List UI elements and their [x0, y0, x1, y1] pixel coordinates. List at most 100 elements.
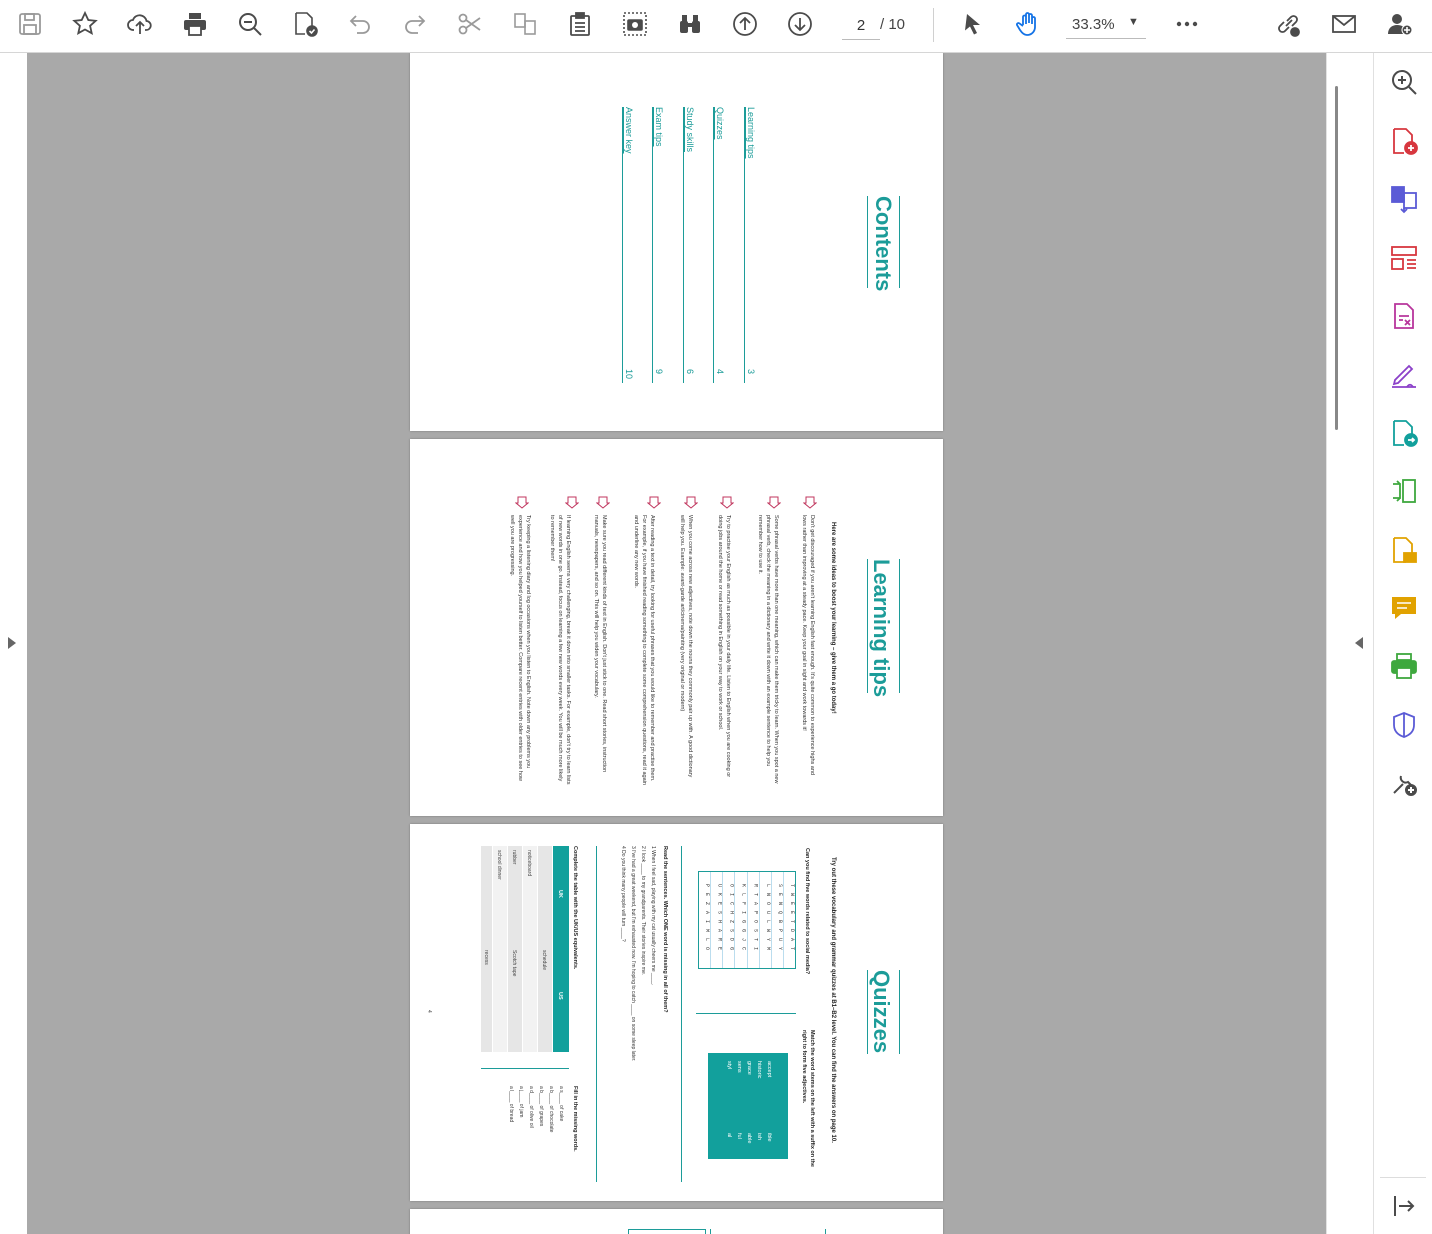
email-icon[interactable]	[1326, 6, 1362, 42]
word-stem: grace	[746, 1061, 752, 1075]
word-stem: sens	[736, 1061, 742, 1073]
print-icon[interactable]	[177, 6, 213, 42]
expand-left-panel-icon[interactable]	[8, 637, 16, 649]
word-stem: historic	[756, 1061, 762, 1079]
quizzes-title: Quizzes	[869, 970, 894, 1054]
arrow-bullet-icon	[803, 496, 817, 509]
collapse-panel-icon[interactable]	[1388, 1190, 1420, 1222]
print-production-icon[interactable]	[1388, 650, 1420, 682]
compare-icon[interactable]	[507, 6, 543, 42]
tip-text: Don't get discouraged if you aren't lear…	[801, 515, 815, 775]
more-tools-icon[interactable]	[1388, 767, 1420, 799]
document-viewer[interactable]: Contents Learning tips 3 Quizzes 4 Study…	[27, 53, 1326, 1234]
scrollbar-thumb[interactable]	[1335, 86, 1338, 430]
word-search-grid: TWEETDAT SENQBPUY LNOULWYM RTAPOSTI KLFI…	[698, 871, 796, 969]
export-pdf-icon[interactable]	[1388, 300, 1420, 332]
next-page-icon[interactable]	[782, 6, 818, 42]
toc-rule	[744, 107, 745, 383]
zoom-search-icon[interactable]	[232, 6, 268, 42]
toolbar-divider	[933, 8, 934, 42]
table-row: recess	[481, 846, 492, 1052]
toc-link[interactable]: Quizzes	[715, 107, 725, 140]
tip-text: If learning English seems very challengi…	[549, 515, 571, 785]
toc-link[interactable]: Answer key	[624, 107, 634, 154]
table-row: rubber Scotch tape	[508, 846, 522, 1052]
word-suffix: ful	[736, 1133, 742, 1139]
arrow-bullet-icon	[647, 496, 661, 509]
clipboard-icon[interactable]	[562, 6, 598, 42]
toc-page-number: 4	[715, 369, 725, 375]
tip-text: When you come across new adjectives, not…	[679, 515, 693, 778]
arrow-bullet-icon	[515, 496, 529, 509]
zoom-in-icon[interactable]	[1388, 66, 1420, 98]
toc-link[interactable]: Exam tips	[654, 107, 664, 147]
fill-item: a l____ of bread	[508, 1086, 514, 1123]
grid-row: SENQBPUY	[770, 872, 783, 968]
table-cell: school dinner	[496, 850, 502, 880]
snapshot-camera-icon[interactable]	[617, 6, 653, 42]
share-link-icon[interactable]	[1270, 6, 1306, 42]
zoom-value: 33.3%	[1072, 16, 1115, 33]
toc-link[interactable]: Study skills	[685, 107, 695, 152]
pdf-page-next	[410, 1209, 943, 1234]
toc-page-number: 3	[746, 369, 756, 375]
title-rule	[867, 970, 868, 1054]
grid-row: LNOULWYM	[758, 872, 771, 968]
uk-us-table: UK US schedule noticeboard rubber Scotch …	[481, 846, 569, 1052]
tip-text: Make sure you read different kinds of te…	[593, 515, 607, 773]
grid-row: UKESHARE	[710, 872, 722, 968]
tip-text: Some phrasal verbs have more than one me…	[757, 515, 779, 784]
fill-item: a s____ of cake	[558, 1086, 564, 1122]
table-header-cell: UK	[557, 890, 563, 898]
cloud-upload-icon[interactable]	[122, 6, 158, 42]
partial-box	[628, 1229, 706, 1234]
sentence: 1 When I feel sad, playing with my cat u…	[650, 846, 656, 986]
redo-icon[interactable]	[397, 6, 433, 42]
add-user-icon[interactable]	[1382, 6, 1418, 42]
fill-question: Fill in the missing words.	[572, 1086, 578, 1152]
create-pdf-icon[interactable]	[1388, 125, 1420, 157]
fill-item: a d____ of olive oil	[528, 1086, 534, 1128]
fill-sign-icon[interactable]	[1388, 359, 1420, 391]
select-pointer-icon[interactable]	[955, 6, 991, 42]
combine-files-icon[interactable]	[1388, 183, 1420, 215]
tip-text: After reading a text in detail, try look…	[633, 515, 655, 785]
hand-tool-icon[interactable]	[1010, 6, 1046, 42]
tip-text: Try to practise your English as much as …	[717, 515, 731, 778]
send-for-signature-icon[interactable]	[1388, 417, 1420, 449]
text-recognition-icon[interactable]	[287, 6, 323, 42]
comment-icon[interactable]	[1388, 592, 1420, 624]
column-rule	[596, 846, 597, 1182]
word-suffix: al	[726, 1133, 732, 1138]
arrow-bullet-icon	[720, 496, 734, 509]
arrow-bullet-icon	[767, 496, 781, 509]
panel-divider	[1380, 1177, 1426, 1178]
tip-text: Try keeping a listening diary and log oc…	[509, 515, 531, 781]
word-suffix: ible	[766, 1133, 772, 1142]
page-total: / 10	[880, 16, 906, 33]
protect-icon[interactable]	[1388, 709, 1420, 741]
bookmark-star-icon[interactable]	[67, 6, 103, 42]
grid-row: RTAPOSTI	[746, 872, 759, 968]
undo-icon[interactable]	[342, 6, 378, 42]
edit-pdf-icon[interactable]	[1388, 475, 1420, 507]
organize-pages-icon[interactable]	[1388, 242, 1420, 274]
more-icon[interactable]	[1169, 6, 1205, 42]
title-rule	[867, 196, 868, 288]
collapse-right-panel-icon[interactable]	[1355, 637, 1363, 649]
request-signatures-icon[interactable]	[1388, 534, 1420, 566]
find-binoculars-icon[interactable]	[672, 6, 708, 42]
sentence: 3 I've had a great weekend, but I'm exha…	[630, 846, 636, 1062]
word-stem: accept	[766, 1061, 772, 1078]
page-number-input[interactable]	[842, 11, 880, 40]
table-header: UK US	[553, 846, 569, 1052]
previous-page-icon[interactable]	[727, 6, 763, 42]
cut-icon[interactable]	[452, 6, 488, 42]
zoom-dropdown[interactable]: 33.3% ▼	[1066, 10, 1146, 39]
sentence: 2 I look ____ to my grandparents. Their …	[640, 846, 646, 976]
pdf-page-learning-tips: Learning tips Here are some ideas to boo…	[410, 439, 943, 816]
toc-link[interactable]: Learning tips	[746, 107, 756, 159]
save-icon[interactable]	[12, 6, 48, 42]
arrow-bullet-icon	[565, 496, 579, 509]
toc-page-number: 6	[685, 369, 695, 375]
